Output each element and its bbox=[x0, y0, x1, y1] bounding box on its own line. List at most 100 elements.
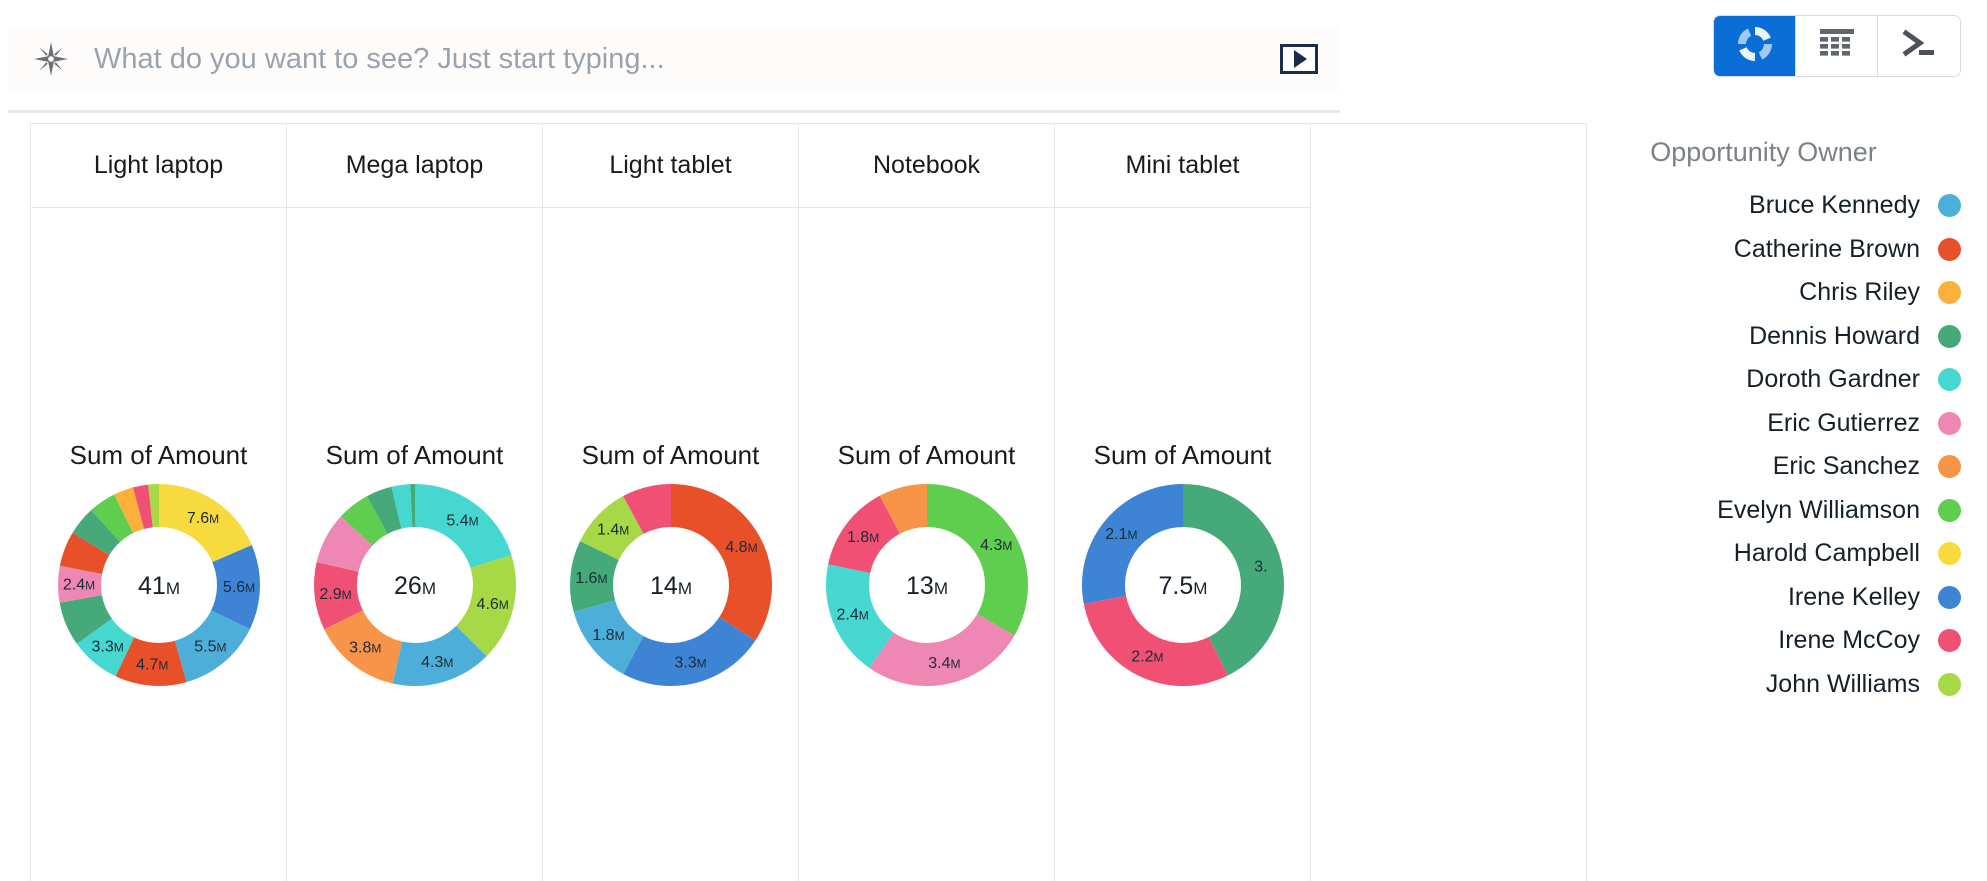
chart-cell: Sum of Amount 3. 2.2M 2.1M 7.5M bbox=[1055, 208, 1311, 881]
legend-item-label: Eric Sanchez bbox=[1772, 452, 1920, 481]
slice-value-label: 3. bbox=[1254, 559, 1267, 576]
legend-item-label: Irene McCoy bbox=[1778, 626, 1920, 655]
terminal-prompt-icon bbox=[1900, 27, 1938, 66]
table-view-button[interactable] bbox=[1796, 16, 1878, 76]
legend-item-label: Dennis Howard bbox=[1749, 321, 1920, 350]
legend-item[interactable]: Irene McCoy bbox=[1590, 619, 1987, 663]
legend-item[interactable]: Eric Sanchez bbox=[1590, 445, 1987, 489]
legend-item-label: Eric Gutierrez bbox=[1767, 408, 1920, 437]
legend-item[interactable]: Doroth Gardner bbox=[1590, 358, 1987, 402]
slice-value-label: 4.3M bbox=[980, 537, 1012, 554]
donut-chart[interactable]: 7.6M 5.6M 5.5M 4.7M 3.3M 2.4M 41M bbox=[54, 480, 264, 690]
column-header[interactable]: Notebook bbox=[799, 124, 1055, 208]
legend-color-swatch bbox=[1938, 411, 1961, 435]
slice-value-label: 2.9M bbox=[319, 586, 351, 603]
column-header[interactable]: Light laptop bbox=[31, 124, 287, 208]
donut-slice[interactable] bbox=[1083, 595, 1228, 686]
slice-value-label: 3.3M bbox=[674, 655, 706, 672]
legend-item-label: John Williams bbox=[1765, 669, 1920, 698]
console-view-button[interactable] bbox=[1878, 16, 1960, 76]
chart-grid: Light laptop Mega laptop Light tablet Noteb… bbox=[30, 123, 1587, 881]
column-header[interactable]: Mega laptop bbox=[287, 124, 543, 208]
chart-measure-title: Sum of Amount bbox=[581, 440, 760, 470]
legend-item[interactable]: Eric Gutierrez bbox=[1590, 402, 1987, 446]
slice-value-label: 1.4M bbox=[597, 522, 629, 539]
legend-item[interactable]: John Williams bbox=[1590, 663, 1987, 707]
donut-chart[interactable]: 3. 2.2M 2.1M 7.5M bbox=[1078, 480, 1288, 690]
chart-cell: Sum of Amount 7.6M 5.6M 5.5M 4.7M 3.3M 2.4M 41M bbox=[31, 208, 287, 881]
donut-chart[interactable]: 4.8M 3.3M 1.8M 1.6M 1.4M 14M bbox=[566, 480, 776, 690]
donut-center-total: 41M bbox=[138, 572, 180, 600]
query-bar-underline bbox=[8, 110, 1340, 113]
donut-chart[interactable]: 5.4M 4.6M 4.3M 3.8M 2.9M 26M bbox=[310, 480, 520, 690]
legend-color-swatch bbox=[1938, 498, 1961, 522]
chart-measure-title: Sum of Amount bbox=[325, 440, 504, 470]
chart-measure-title: Sum of Amount bbox=[69, 440, 248, 470]
slice-value-label: 1.6M bbox=[575, 570, 607, 587]
legend-color-swatch bbox=[1938, 368, 1961, 392]
legend-item[interactable]: Harold Campbell bbox=[1590, 532, 1987, 576]
slice-value-label: 1.8M bbox=[846, 529, 878, 546]
legend-item[interactable]: Bruce Kennedy bbox=[1590, 184, 1987, 228]
legend-item-label: Bruce Kennedy bbox=[1749, 191, 1920, 220]
slice-value-label: 1.8M bbox=[592, 627, 624, 644]
slice-value-label: 2.4M bbox=[62, 576, 94, 593]
legend-item-label: Evelyn Williamson bbox=[1717, 495, 1920, 524]
slice-value-label: 2.4M bbox=[836, 606, 868, 623]
legend-item-label: Irene Kelley bbox=[1787, 582, 1920, 611]
table-grid-icon bbox=[1818, 27, 1856, 66]
legend-item[interactable]: Evelyn Williamson bbox=[1590, 489, 1987, 533]
donut-center-total: 13M bbox=[906, 572, 948, 600]
sparkle-icon bbox=[28, 36, 74, 82]
legend-item[interactable]: Catherine Brown bbox=[1590, 228, 1987, 272]
chart-measure-title: Sum of Amount bbox=[1093, 440, 1272, 470]
legend-item[interactable]: Irene Kelley bbox=[1590, 576, 1987, 620]
chart-cell: Sum of Amount 5.4M 4.6M 4.3M 3.8M 2.9M 26M bbox=[287, 208, 543, 881]
chart-cell: Sum of Amount 4.8M 3.3M 1.8M 1.6M 1.4M 14M bbox=[543, 208, 799, 881]
column-header[interactable]: Light tablet bbox=[543, 124, 799, 208]
legend-title: Opportunity Owner bbox=[1650, 137, 1877, 167]
slice-value-label: 4.3M bbox=[421, 654, 453, 671]
chart-cell: Sum of Amount 4.3M 3.4M 2.4M 1.8M 13M bbox=[799, 208, 1055, 881]
legend-color-swatch bbox=[1938, 455, 1961, 479]
chart-measure-title: Sum of Amount bbox=[837, 440, 1016, 470]
column-header[interactable]: Mini tablet bbox=[1055, 124, 1311, 208]
slice-value-label: 7.6M bbox=[186, 510, 218, 527]
donut-center-total: 7.5M bbox=[1158, 572, 1207, 600]
legend-item[interactable]: Chris Riley bbox=[1590, 271, 1987, 315]
donut-chart[interactable]: 4.3M 3.4M 2.4M 1.8M 13M bbox=[822, 480, 1032, 690]
legend-item[interactable]: Dennis Howard bbox=[1590, 315, 1987, 359]
query-bar[interactable] bbox=[8, 28, 1340, 90]
legend-color-swatch bbox=[1938, 281, 1961, 305]
legend-color-swatch bbox=[1938, 672, 1961, 696]
chart-row: Sum of Amount 7.6M 5.6M 5.5M 4.7M 3.3M 2.4M 41M… bbox=[31, 208, 1586, 881]
play-icon bbox=[1294, 50, 1307, 68]
donut-center-total: 26M bbox=[394, 572, 436, 600]
legend-color-swatch bbox=[1938, 324, 1961, 348]
slice-value-label: 4.6M bbox=[476, 596, 508, 613]
donut-slice[interactable] bbox=[926, 484, 1028, 636]
slice-value-label: 2.1M bbox=[1105, 526, 1137, 543]
column-header-row: Light laptop Mega laptop Light tablet Noteb… bbox=[31, 124, 1586, 208]
slice-value-label: 5.6M bbox=[222, 579, 254, 596]
legend-panel: Opportunity Owner Bruce Kennedy Catherine… bbox=[1590, 123, 1987, 881]
donut-slice[interactable] bbox=[670, 484, 772, 641]
legend-color-swatch bbox=[1938, 542, 1961, 566]
run-query-button[interactable] bbox=[1280, 44, 1318, 74]
legend-item-label: Harold Campbell bbox=[1733, 539, 1920, 568]
donut-chart-icon bbox=[1736, 25, 1774, 68]
legend-color-swatch bbox=[1938, 194, 1961, 218]
view-switcher bbox=[1713, 15, 1961, 77]
slice-value-label: 5.4M bbox=[446, 513, 478, 530]
search-input[interactable] bbox=[94, 42, 1280, 76]
donut-slice[interactable] bbox=[868, 614, 1014, 686]
slice-value-label: 3.8M bbox=[349, 640, 381, 657]
donut-center-total: 14M bbox=[650, 572, 692, 600]
top-bar bbox=[0, 0, 1987, 118]
slice-value-label: 3.3M bbox=[91, 638, 123, 655]
slice-value-label: 3.4M bbox=[928, 655, 960, 672]
legend-item-label: Chris Riley bbox=[1799, 278, 1920, 307]
legend-item-list: Bruce Kennedy Catherine Brown Chris Riley D… bbox=[1590, 184, 1987, 706]
chart-view-button[interactable] bbox=[1714, 16, 1796, 76]
legend-color-swatch bbox=[1938, 237, 1961, 261]
